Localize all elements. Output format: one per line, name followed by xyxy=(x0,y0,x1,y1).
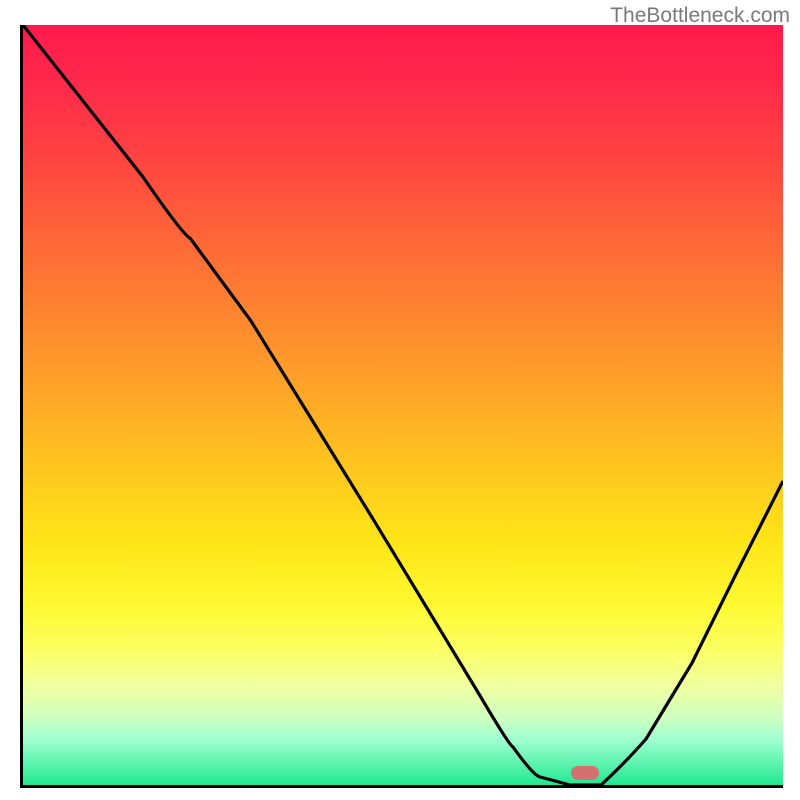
bottleneck-curve-path xyxy=(23,25,783,785)
optimal-point-marker xyxy=(571,766,599,780)
plot-area xyxy=(20,25,783,788)
chart-container: TheBottleneck.com xyxy=(0,0,800,800)
watermark-text: TheBottleneck.com xyxy=(610,4,790,28)
curve-layer xyxy=(23,25,783,785)
